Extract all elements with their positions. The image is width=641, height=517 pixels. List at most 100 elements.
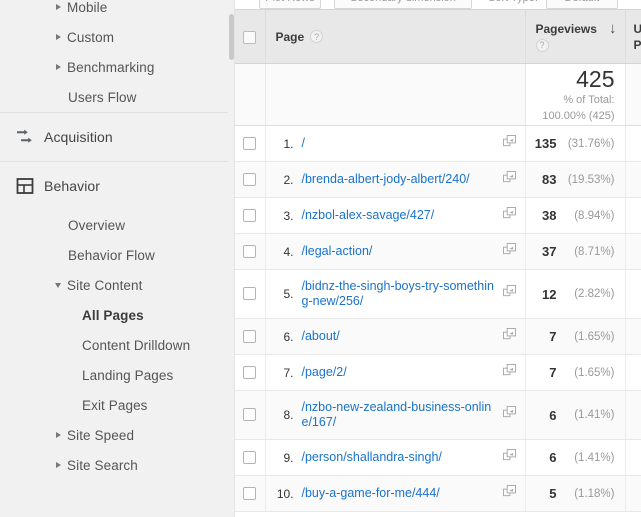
plot-rows-button[interactable]: Plot Rows: [259, 0, 321, 9]
row-checkbox[interactable]: [243, 209, 256, 222]
unique-pageviews-cell: [625, 270, 641, 319]
sidebar-item-benchmarking[interactable]: Benchmarking: [0, 52, 228, 82]
unique-pageviews-cell: [625, 319, 641, 355]
sort-type-dropdown[interactable]: Default: [546, 0, 618, 9]
select-all-checkbox[interactable]: [243, 31, 256, 44]
table-row[interactable]: 9./person/shallandra-singh/6(1.41%): [235, 440, 641, 476]
acquisition-icon: [12, 128, 38, 146]
row-checkbox-cell[interactable]: [235, 476, 265, 512]
sidebar-item-exit-pages[interactable]: Exit Pages: [0, 390, 228, 420]
row-checkbox-cell[interactable]: [235, 234, 265, 270]
page-link[interactable]: /bidnz-the-singh-boys-try-something-new/…: [302, 279, 499, 309]
page-link[interactable]: /page/2/: [302, 365, 499, 380]
pageviews-percent: (8.94%): [563, 210, 615, 222]
page-link[interactable]: /nzbo-new-zealand-business-online/167/: [302, 400, 499, 430]
pageviews-cell: 12(2.82%): [525, 270, 625, 319]
table-row[interactable]: 7./page/2/7(1.65%): [235, 355, 641, 391]
page-link[interactable]: /person/shallandra-singh/: [302, 450, 499, 465]
open-in-new-window-icon[interactable]: [503, 406, 517, 424]
table-row[interactable]: 3./nzbol-alex-savage/427/38(8.94%): [235, 198, 641, 234]
row-checkbox[interactable]: [243, 173, 256, 186]
row-checkbox[interactable]: [243, 487, 256, 500]
vertical-scrollbar[interactable]: [228, 0, 235, 517]
pageviews-cell: 38(8.94%): [525, 198, 625, 234]
row-checkbox-cell[interactable]: [235, 126, 265, 162]
sidebar-navigation[interactable]: Mobile CustomBenchmarkingUsers FlowAcquis…: [0, 0, 228, 517]
row-checkbox-cell[interactable]: [235, 391, 265, 440]
table-row[interactable]: 6./about/7(1.65%): [235, 319, 641, 355]
sidebar-item-users-flow[interactable]: Users Flow: [0, 82, 228, 112]
pageviews-value: 37: [542, 244, 556, 259]
page-column-header[interactable]: Page ?: [265, 10, 525, 64]
table-row[interactable]: 10./buy-a-game-for-me/444/5(1.18%): [235, 476, 641, 512]
pageviews-percent: (8.71%): [563, 246, 615, 258]
open-in-new-window-icon[interactable]: [503, 364, 517, 382]
sidebar-item-label: All Pages: [82, 308, 144, 323]
scrollbar-thumb[interactable]: [229, 14, 234, 60]
page-link[interactable]: /brenda-albert-jody-albert/240/: [302, 172, 499, 187]
page-link[interactable]: /nzbol-alex-savage/427/: [302, 208, 499, 223]
row-checkbox[interactable]: [243, 330, 256, 343]
open-in-new-window-icon[interactable]: [503, 171, 517, 189]
sidebar-item-overview[interactable]: Overview: [0, 210, 228, 240]
sidebar-item-custom[interactable]: Custom: [0, 22, 228, 52]
open-in-new-window-icon[interactable]: [503, 449, 517, 467]
row-checkbox[interactable]: [243, 137, 256, 150]
pageviews-cell: 6(1.41%): [525, 391, 625, 440]
sidebar-item-site-speed[interactable]: Site Speed: [0, 420, 228, 450]
sidebar-item-landing-pages[interactable]: Landing Pages: [0, 360, 228, 390]
row-checkbox-cell[interactable]: [235, 162, 265, 198]
summary-row: 425 % of Total: 100.00% (425): [235, 64, 641, 126]
open-in-new-window-icon[interactable]: [503, 328, 517, 346]
page-link[interactable]: /legal-action/: [302, 244, 499, 259]
open-in-new-window-icon[interactable]: [503, 207, 517, 225]
table-row[interactable]: 5./bidnz-the-singh-boys-try-something-ne…: [235, 270, 641, 319]
row-checkbox-cell[interactable]: [235, 270, 265, 319]
open-in-new-window-icon[interactable]: [503, 485, 517, 503]
row-checkbox-cell[interactable]: [235, 440, 265, 476]
table-row[interactable]: 1./135(31.76%): [235, 126, 641, 162]
row-checkbox-cell[interactable]: [235, 319, 265, 355]
row-checkbox[interactable]: [243, 287, 256, 300]
summary-pageviews-total: 425: [526, 67, 615, 91]
page-link[interactable]: /buy-a-game-for-me/444/: [302, 486, 499, 501]
sidebar-item-behavior[interactable]: Behavior: [0, 162, 228, 210]
page-cell: 1./: [265, 126, 525, 162]
page-link[interactable]: /about/: [302, 329, 499, 344]
open-in-new-window-icon[interactable]: [503, 135, 517, 153]
sidebar-item-label: Behavior Flow: [68, 248, 155, 263]
open-in-new-window-icon[interactable]: [503, 285, 517, 303]
sidebar-item-site-content[interactable]: Site Content: [0, 270, 228, 300]
sidebar-item-label: Mobile: [67, 0, 107, 15]
page-link[interactable]: /: [302, 136, 499, 151]
header-row: Page ? Pageviews ? ↓: [235, 10, 641, 64]
row-checkbox[interactable]: [243, 451, 256, 464]
open-in-new-window-icon[interactable]: [503, 243, 517, 261]
sidebar-item-acquisition[interactable]: Acquisition: [0, 113, 228, 161]
main-content: Plot Rows Secondary dimension Sort Type:…: [228, 0, 641, 517]
sidebar-item-content-drilldown[interactable]: Content Drilldown: [0, 330, 228, 360]
table-row[interactable]: 2./brenda-albert-jody-albert/240/83(19.5…: [235, 162, 641, 198]
sidebar-item-mobile[interactable]: Mobile: [0, 0, 228, 22]
pageviews-help-icon[interactable]: ?: [536, 39, 549, 52]
unique-pageviews-column-header[interactable]: UP: [625, 10, 641, 64]
secondary-dimension-button[interactable]: Secondary dimension: [334, 0, 472, 9]
row-checkbox-cell[interactable]: [235, 355, 265, 391]
sidebar-item-site-search[interactable]: Site Search: [0, 450, 228, 480]
table-row[interactable]: 4./legal-action/37(8.71%): [235, 234, 641, 270]
row-rank: 7.: [276, 366, 302, 380]
pageviews-column-header[interactable]: Pageviews ? ↓: [525, 10, 625, 64]
sidebar-item-label: Site Speed: [67, 428, 134, 443]
row-checkbox[interactable]: [243, 366, 256, 379]
row-checkbox[interactable]: [243, 245, 256, 258]
sidebar-item-all-pages[interactable]: All Pages: [0, 300, 228, 330]
sidebar-item-behavior-flow[interactable]: Behavior Flow: [0, 240, 228, 270]
pageviews-cell: 7(1.65%): [525, 355, 625, 391]
table-row[interactable]: 8./nzbo-new-zealand-business-online/167/…: [235, 391, 641, 440]
row-checkbox[interactable]: [243, 408, 256, 421]
sort-descending-icon[interactable]: ↓: [609, 22, 617, 36]
sidebar-item-label: Site Content: [67, 278, 143, 293]
page-help-icon[interactable]: ?: [310, 30, 323, 43]
select-all-header[interactable]: [235, 10, 265, 64]
row-checkbox-cell[interactable]: [235, 198, 265, 234]
